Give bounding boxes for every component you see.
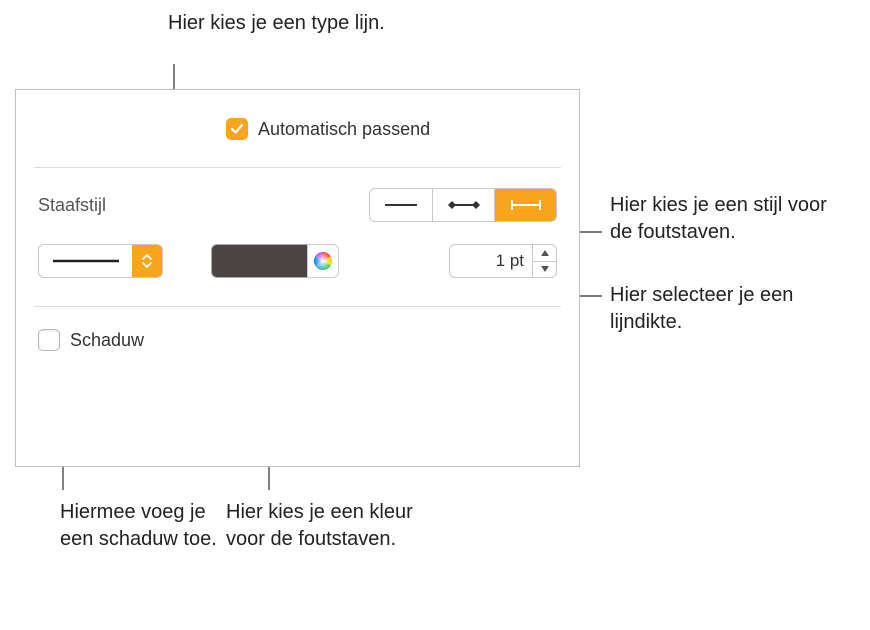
color-picker-group: [211, 244, 339, 278]
stepper-up[interactable]: [533, 245, 556, 262]
autofit-row: Automatisch passend: [16, 90, 579, 155]
line-type-popup[interactable]: [38, 244, 163, 278]
color-wheel-icon: [313, 251, 333, 271]
barstyle-option-cap-ends[interactable]: [494, 189, 556, 221]
barstyle-option-line[interactable]: [370, 189, 432, 221]
line-type-preview: [39, 245, 132, 277]
autofit-checkbox[interactable]: Automatisch passend: [226, 118, 430, 140]
checkbox-icon: [38, 329, 60, 351]
color-well[interactable]: [211, 244, 307, 278]
barstyle-row: Staafstijl: [16, 168, 579, 236]
thickness-value: 1 pt: [450, 245, 532, 277]
line-controls-row: 1 pt: [16, 236, 579, 292]
autofit-label: Automatisch passend: [258, 119, 430, 140]
barstyle-label: Staafstijl: [38, 195, 106, 216]
thickness-field[interactable]: 1 pt: [449, 244, 557, 278]
updown-chevron-icon: [132, 245, 162, 277]
shadow-label: Schaduw: [70, 330, 144, 351]
shadow-checkbox[interactable]: Schaduw: [38, 329, 144, 351]
inspector-panel: Automatisch passend Staafstijl: [15, 89, 580, 467]
stepper-down[interactable]: [533, 262, 556, 278]
shadow-row: Schaduw: [16, 307, 579, 370]
checkmark-icon: [226, 118, 248, 140]
barstyle-option-diamond-ends[interactable]: [432, 189, 494, 221]
barstyle-segmented: [369, 188, 557, 222]
thickness-stepper: [532, 245, 556, 277]
color-wheel-button[interactable]: [307, 244, 339, 278]
